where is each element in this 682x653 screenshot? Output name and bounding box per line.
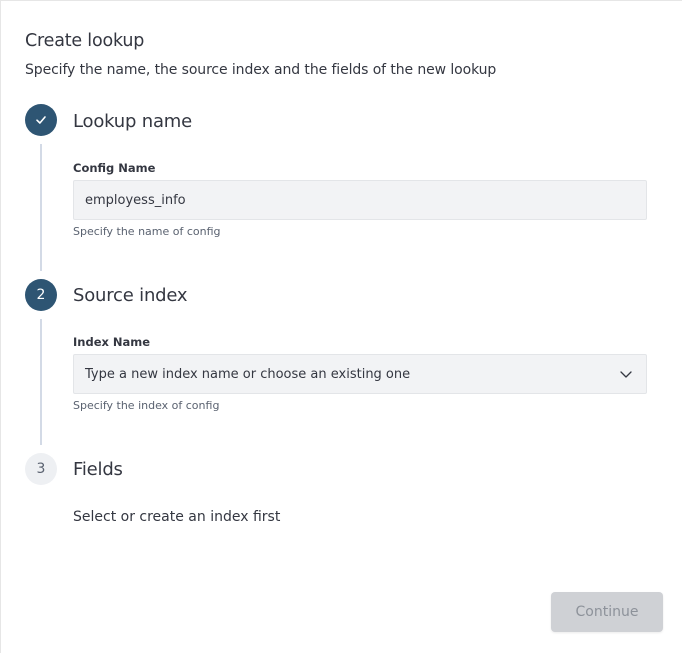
config-name-help: Specify the name of config — [73, 225, 221, 238]
index-name-combobox[interactable]: Type a new index name or choose an exist… — [73, 354, 647, 394]
page-title: Create lookup — [25, 31, 145, 51]
config-name-label: Config Name — [73, 161, 156, 175]
config-name-value: employess_info — [85, 192, 186, 208]
index-name-placeholder: Type a new index name or choose an exist… — [85, 366, 411, 382]
step-1-title: Lookup name — [73, 111, 193, 132]
index-name-label: Index Name — [73, 335, 151, 349]
step-3-number: 3 — [36, 461, 46, 477]
fields-empty-text: Select or create an index first — [73, 509, 281, 525]
step-3-title: Fields — [73, 459, 123, 480]
index-name-help: Specify the index of config — [73, 399, 220, 412]
config-name-input[interactable]: employess_info — [73, 180, 647, 220]
step-2-circle: 2 — [25, 279, 57, 311]
check-icon — [36, 116, 46, 124]
page-subtitle: Specify the name, the source index and t… — [25, 62, 497, 78]
continue-button[interactable]: Continue — [551, 592, 663, 632]
step-2-number: 2 — [36, 287, 46, 303]
step-2-title: Source index — [73, 285, 188, 306]
chevron-down-icon[interactable] — [618, 366, 634, 382]
step-1-circle — [25, 104, 57, 136]
step-2-connector — [40, 319, 42, 445]
step-3-circle: 3 — [25, 453, 57, 485]
step-1-connector — [40, 144, 42, 271]
create-lookup-dialog: Create lookup Specify the name, the sour… — [0, 0, 682, 653]
